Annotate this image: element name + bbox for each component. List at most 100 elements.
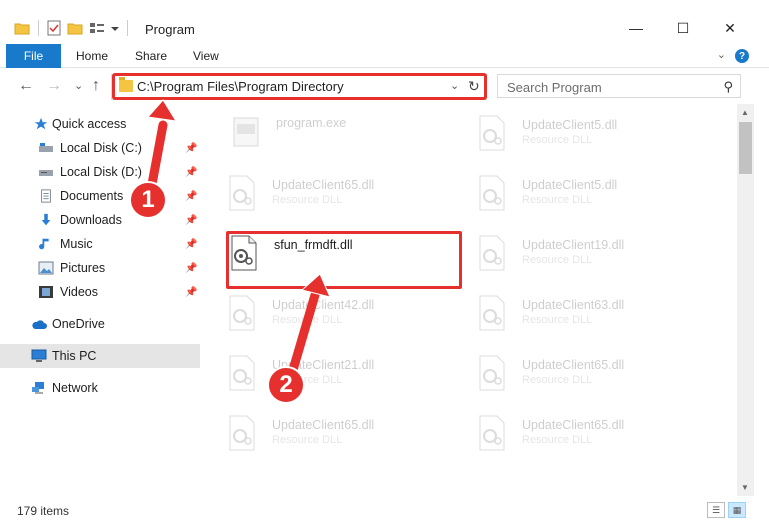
forward-button[interactable]: → [46,78,62,94]
pin-icon[interactable]: 📌 [185,263,197,274]
file-name: UpdateClient65.dll [272,178,375,192]
qat-dropdown-icon[interactable] [111,24,119,32]
file-item[interactable]: program.exe [230,112,450,164]
download-icon [41,213,51,226]
sidebar-item-label: Pictures [60,261,106,275]
file-item[interactable]: UpdateClient63.dll Resource DLL [476,292,716,344]
network-icon [32,382,44,394]
pin-icon[interactable]: 📌 [185,287,197,298]
sidebar-item-local-disk-d[interactable]: Local Disk (D:) 📌 [0,160,200,184]
search-box[interactable]: Search Program ⚲ [497,74,741,98]
sidebar-item-onedrive[interactable]: OneDrive [0,312,200,336]
recent-locations-button[interactable]: ⌄ [74,78,83,94]
file-type: Resource DLL [272,194,343,206]
sidebar-item-local-disk-c[interactable]: Local Disk (C:) 📌 [0,136,200,160]
documents-icon [41,189,51,203]
file-name: UpdateClient65.dll [272,418,375,432]
sidebar-item-label: Music [60,237,93,251]
sidebar-item-label: Downloads [60,213,122,227]
dll-file-icon [229,355,255,391]
file-item[interactable]: UpdateClient65.dll Resource DLL [226,172,446,224]
help-icon[interactable]: ? [735,49,749,63]
sidebar-item-label: Documents [60,189,124,203]
navigation-pane: Quick access Local Disk (C:) 📌 Local Dis… [0,104,200,496]
sidebar-item-documents[interactable]: Documents 📌 [0,184,200,208]
file-item[interactable]: UpdateClient19.dll Resource DLL [476,232,716,284]
search-placeholder[interactable]: Search Program [507,80,602,95]
file-name: UpdateClient42.dll [272,298,375,312]
pin-icon[interactable]: 📌 [185,143,197,154]
sidebar-item-videos[interactable]: Videos 📌 [0,280,200,304]
file-type: Resource DLL [522,254,593,266]
dll-file-icon [229,175,255,211]
sidebar-item-network[interactable]: Network [0,376,200,400]
sidebar-item-music[interactable]: Music 📌 [0,232,200,256]
videos-icon [39,286,53,298]
file-type: Resource DLL [522,134,593,146]
large-icons-view-icon[interactable]: ▦ [728,502,746,518]
scroll-thumb[interactable] [739,122,752,174]
sidebar-item-downloads[interactable]: Downloads 📌 [0,208,200,232]
sidebar-item-quick-access[interactable]: Quick access [0,112,200,136]
tab-view[interactable]: View [193,44,219,68]
back-button[interactable]: ← [18,78,34,94]
exe-file-icon [233,117,259,147]
file-name: UpdateClient19.dll [522,238,625,252]
pin-icon[interactable]: 📌 [185,215,197,226]
item-count: 179 items [17,504,70,518]
drive-icon [39,170,53,176]
pin-icon[interactable]: 📌 [185,167,197,178]
customize-icon[interactable] [89,21,105,35]
file-item[interactable]: UpdateClient65.dll Resource DLL [476,352,716,404]
dll-file-icon [479,115,505,151]
tab-file[interactable]: File [6,44,61,68]
computer-icon [31,349,47,362]
pin-icon[interactable]: 📌 [185,239,197,250]
step-1-badge: 1 [129,181,167,219]
search-icon[interactable]: ⚲ [723,79,733,95]
file-item[interactable]: UpdateClient65.dll Resource DLL [226,412,446,464]
sidebar-item-label: OneDrive [52,317,105,331]
dll-file-icon [479,295,505,331]
file-item[interactable]: UpdateClient21.dll Resource DLL [226,352,446,404]
file-type: Resource DLL [522,434,593,446]
dll-file-icon [479,415,505,451]
details-view-icon[interactable]: ☰ [707,502,725,518]
file-item[interactable]: UpdateClient5.dll Resource DLL [476,112,716,164]
scroll-up-icon[interactable]: ▲ [741,108,749,117]
file-item[interactable]: UpdateClient5.dll Resource DLL [476,172,716,224]
dll-file-icon [229,295,255,331]
file-list: program.exe UpdateClient5.dll Resource D… [200,104,737,496]
dll-file-icon [479,235,505,271]
file-name: program.exe [276,116,347,130]
ribbon: File Home Share View ⌄ ? [0,44,769,68]
file-type: Resource DLL [522,374,593,386]
minimize-button[interactable]: — [613,16,659,40]
sidebar-item-pictures[interactable]: Pictures 📌 [0,256,200,280]
file-type: Resource DLL [272,434,343,446]
file-highlight-box [226,231,462,289]
pin-icon[interactable]: 📌 [185,191,197,202]
file-item[interactable]: UpdateClient42.dll Resource DLL [226,292,446,344]
file-type: Resource DLL [522,194,593,206]
scroll-down-icon[interactable]: ▼ [741,483,749,492]
up-button[interactable]: ↑ [92,78,100,94]
sidebar-item-this-pc[interactable]: This PC [0,344,200,368]
sidebar-item-label: Videos [60,285,98,299]
tab-home[interactable]: Home [76,44,108,68]
close-button[interactable]: ✕ [707,16,753,40]
sidebar-item-label: This PC [52,349,97,363]
dll-file-icon [229,415,255,451]
sidebar-item-label: Local Disk (C:) [60,141,142,155]
maximize-button[interactable]: ☐ [660,16,706,40]
vertical-scrollbar[interactable]: ▲ ▼ [737,104,754,496]
file-item[interactable]: UpdateClient65.dll Resource DLL [476,412,716,464]
properties-icon[interactable] [47,20,61,36]
music-icon [39,238,49,250]
tab-share[interactable]: Share [135,44,167,68]
file-name: UpdateClient5.dll [522,118,618,132]
file-name: UpdateClient65.dll [522,358,625,372]
folder-icon[interactable] [14,21,30,35]
new-folder-icon[interactable] [67,21,83,35]
expand-ribbon-icon[interactable]: ⌄ [717,48,726,61]
